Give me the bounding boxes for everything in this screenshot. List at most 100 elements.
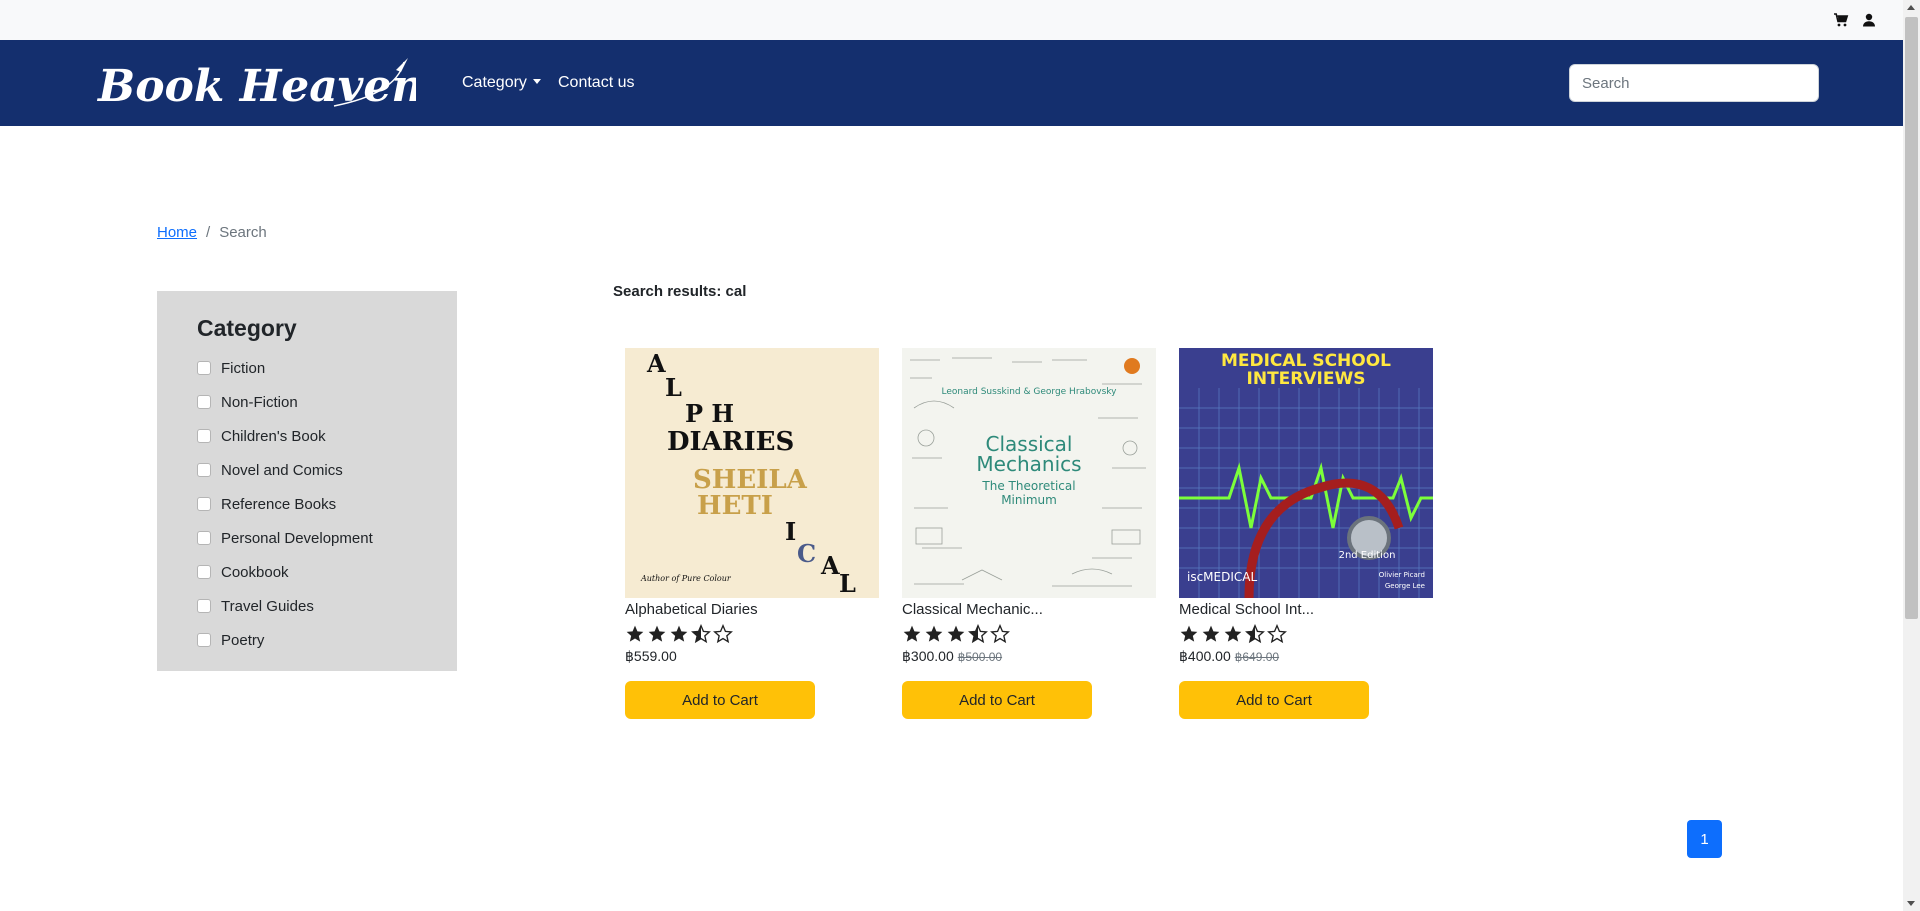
category-label: Travel Guides xyxy=(221,597,314,615)
category-checkbox[interactable] xyxy=(197,429,211,443)
search-input[interactable] xyxy=(1569,64,1819,102)
product-card: MEDICAL SCHOOL INTERVIEWS 2nd Edition is… xyxy=(1179,348,1433,719)
breadcrumb-current: Search xyxy=(219,224,267,241)
category-checkbox[interactable] xyxy=(197,361,211,375)
category-checkbox[interactable] xyxy=(197,599,211,613)
category-label: Novel and Comics xyxy=(221,461,343,479)
category-checkbox[interactable] xyxy=(197,497,211,511)
category-label: Children's Book xyxy=(221,427,326,445)
cover-author1: Olivier Picard xyxy=(1379,571,1425,579)
breadcrumb-separator: / xyxy=(206,224,211,241)
category-option-novel-and-comics[interactable]: Novel and Comics xyxy=(197,453,373,487)
book-title[interactable]: Alphabetical Diaries xyxy=(625,601,879,621)
cover-letter: L xyxy=(839,569,856,598)
nav-category-dropdown[interactable]: Category xyxy=(462,74,541,92)
book-cover-image[interactable]: A L P H DIARIES SHEILA HETI I C A L Auth… xyxy=(625,348,879,598)
cover-publisher: iscMEDICAL xyxy=(1187,570,1257,584)
category-label: Reference Books xyxy=(221,495,337,513)
category-checkbox[interactable] xyxy=(197,633,211,647)
current-price: ฿400.00 xyxy=(1179,648,1231,664)
category-heading: Category xyxy=(197,315,297,341)
category-label: Non-Fiction xyxy=(221,393,298,411)
nav-contact-us[interactable]: Contact us xyxy=(558,74,634,92)
category-label: Cookbook xyxy=(221,563,289,581)
star-full-icon xyxy=(626,625,644,642)
category-label: Personal Development xyxy=(221,529,373,547)
rating-stars xyxy=(1179,624,1433,646)
rating-stars xyxy=(902,624,1156,646)
book-title[interactable]: Classical Mechanic... xyxy=(902,601,1156,621)
main-navbar: Book Heaven Category Contact us xyxy=(0,40,1903,126)
product-card: A L P H DIARIES SHEILA HETI I C A L Auth… xyxy=(625,348,879,719)
cover-letter: L xyxy=(665,373,682,402)
cover-letter: A xyxy=(820,551,840,580)
category-option-travel-guides[interactable]: Travel Guides xyxy=(197,589,373,623)
add-to-cart-button[interactable]: Add to Cart xyxy=(1179,681,1369,719)
pagination-page-1[interactable]: 1 xyxy=(1687,820,1722,858)
rating-stars xyxy=(625,624,879,646)
category-option-childrens-book[interactable]: Children's Book xyxy=(197,419,373,453)
category-option-poetry[interactable]: Poetry xyxy=(197,623,373,657)
original-price: ฿500.00 xyxy=(957,650,1003,664)
breadcrumb-home-link[interactable]: Home xyxy=(157,224,197,241)
cover-edition: 2nd Edition xyxy=(1339,550,1396,561)
book-cover-image[interactable]: Leonard Susskind & George Hrabovsky Clas… xyxy=(902,348,1156,598)
price: ฿559.00 xyxy=(625,648,879,668)
cover-title-line1: MEDICAL SCHOOL xyxy=(1221,351,1391,371)
category-option-fiction[interactable]: Fiction xyxy=(197,351,373,385)
star-half-icon xyxy=(968,624,988,644)
category-label: Fiction xyxy=(221,359,266,377)
price: ฿300.00 ฿500.00 xyxy=(902,648,1156,668)
star-full-icon xyxy=(1180,625,1198,642)
add-to-cart-button[interactable]: Add to Cart xyxy=(625,681,815,719)
book-cover-image[interactable]: MEDICAL SCHOOL INTERVIEWS 2nd Edition is… xyxy=(1179,348,1433,598)
star-full-icon xyxy=(925,625,943,642)
cover-subtitle-line2: Minimum xyxy=(1001,493,1057,507)
scrollbar-thumb[interactable] xyxy=(1905,17,1918,619)
category-checkbox[interactable] xyxy=(197,395,211,409)
cart-icon[interactable] xyxy=(1833,12,1849,28)
scroll-down-arrow-icon[interactable] xyxy=(1907,901,1915,906)
star-empty-icon xyxy=(713,624,733,644)
category-checkbox[interactable] xyxy=(197,565,211,579)
nav-contact-label: Contact us xyxy=(558,74,635,91)
category-option-reference-books[interactable]: Reference Books xyxy=(197,487,373,521)
cover-letter: A xyxy=(646,349,666,378)
star-full-icon xyxy=(1224,625,1242,642)
star-full-icon xyxy=(670,625,688,642)
book-title[interactable]: Medical School Int... xyxy=(1179,601,1433,621)
category-option-non-fiction[interactable]: Non-Fiction xyxy=(197,385,373,419)
cover-authors: Leonard Susskind & George Hrabovsky xyxy=(941,387,1117,397)
cover-subtitle-line1: The Theoretical xyxy=(981,479,1075,493)
cover-author-last: HETI xyxy=(697,491,773,521)
current-price: ฿300.00 xyxy=(902,648,954,664)
cover-title-line2: Mechanics xyxy=(976,452,1081,476)
book-heaven-logo[interactable]: Book Heaven xyxy=(96,54,416,116)
nav-category-label: Category xyxy=(462,74,527,91)
product-card: Leonard Susskind & George Hrabovsky Clas… xyxy=(902,348,1156,719)
scroll-up-arrow-icon[interactable] xyxy=(1907,5,1915,10)
user-icon[interactable] xyxy=(1861,12,1877,28)
add-to-cart-button[interactable]: Add to Cart xyxy=(902,681,1092,719)
logo-text: Book Heaven xyxy=(96,61,416,112)
cover-title-line2: INTERVIEWS xyxy=(1247,369,1366,389)
star-empty-icon xyxy=(1267,624,1287,644)
cover-letter: I xyxy=(785,517,796,546)
category-filter-panel: Category Fiction Non-Fiction Children's … xyxy=(157,291,457,671)
star-empty-icon xyxy=(990,624,1010,644)
category-checkbox[interactable] xyxy=(197,463,211,477)
category-list: Fiction Non-Fiction Children's Book Nove… xyxy=(197,351,373,657)
category-option-personal-development[interactable]: Personal Development xyxy=(197,521,373,555)
star-full-icon xyxy=(648,625,666,642)
cover-letter: P H xyxy=(685,399,734,428)
star-full-icon xyxy=(1202,625,1220,642)
category-checkbox[interactable] xyxy=(197,531,211,545)
breadcrumb: Home / Search xyxy=(157,224,267,241)
star-half-icon xyxy=(691,624,711,644)
cover-footer: Author of Pure Colour xyxy=(640,574,732,583)
category-label: Poetry xyxy=(221,631,265,649)
category-option-cookbook[interactable]: Cookbook xyxy=(197,555,373,589)
top-utility-bar xyxy=(0,0,1903,40)
chevron-down-icon xyxy=(532,79,541,84)
original-price: ฿649.00 xyxy=(1234,650,1280,664)
